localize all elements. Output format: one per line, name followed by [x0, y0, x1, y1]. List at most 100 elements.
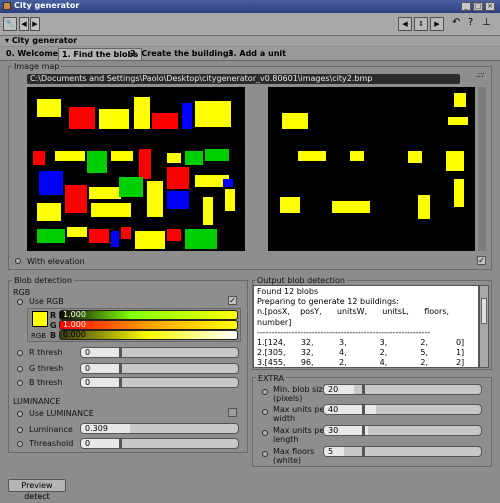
detected-blobs-canvas[interactable] [268, 87, 475, 251]
minimize-icon[interactable]: _ [461, 2, 471, 11]
back-icon[interactable]: ◀ [19, 17, 29, 31]
source-image-blob [167, 229, 181, 241]
tab-welcome[interactable]: 0. Welcome [3, 48, 61, 59]
source-image-blob [37, 229, 65, 243]
g-channel-label: G [50, 321, 57, 330]
with-elevation-checkbox[interactable]: ✓ [477, 256, 486, 265]
b-channel-label: B [50, 331, 57, 340]
max-length-value: 30 [328, 426, 339, 435]
output-label: Output blob detection [255, 276, 347, 285]
wrench-icon[interactable]: 🔧 [3, 17, 17, 31]
color-swatch[interactable] [32, 311, 48, 327]
g-thresh-indicator [17, 366, 23, 372]
source-image-blob [185, 151, 203, 165]
luminance-value: 0.309 [85, 424, 108, 433]
max-length-slider[interactable]: 30 [323, 425, 482, 436]
tab-create-buildings[interactable]: 2. Create the buildings [127, 48, 236, 59]
source-image-blob [37, 203, 61, 221]
source-image-blob [185, 229, 217, 249]
use-luminance-label: Use LUMINANCE [29, 409, 94, 418]
threshold-slider[interactable]: 0 [80, 438, 239, 449]
image-scrollbar[interactable] [478, 87, 486, 251]
section-header[interactable]: ▾ City generator [0, 36, 500, 46]
rgb-section-label: RGB [13, 288, 31, 297]
rgb-caption: RGB [31, 332, 47, 340]
source-image-blob [69, 107, 95, 129]
b-thresh-slider[interactable]: 0 [80, 377, 239, 388]
source-image-blob [37, 99, 61, 117]
g-thresh-slider[interactable]: 0 [80, 363, 239, 374]
r-channel-label: R [50, 311, 57, 320]
max-length-label: Max units per length [273, 426, 328, 444]
source-image-blob [134, 97, 150, 129]
source-image-blob [89, 187, 121, 199]
output-scrollbar[interactable] [479, 285, 489, 368]
image-path-field[interactable]: C:\Documents and Settings\Paolo\Desktop\… [27, 74, 460, 84]
source-image-blob [167, 191, 189, 209]
min-blob-label: Min. blob size (pixels) [273, 385, 328, 403]
r-channel-value: 1.000 [63, 310, 86, 319]
detected-blob [454, 179, 464, 207]
r-channel-slider[interactable]: 1.000 [59, 310, 238, 320]
title-bar: City generator _ □ × [0, 0, 500, 13]
forward-icon[interactable]: ▶ [30, 17, 40, 31]
source-image-blob [89, 229, 109, 243]
arrow-left-icon[interactable]: ◀ [398, 17, 412, 31]
source-image-canvas[interactable] [27, 87, 245, 251]
source-image-blob [99, 109, 129, 129]
image-map-label: Image map [12, 62, 62, 71]
max-width-value: 40 [328, 405, 339, 414]
b-channel-value: 0.000 [63, 330, 86, 339]
use-luminance-checkbox[interactable] [228, 408, 237, 417]
panel-ellipsis[interactable]: ··· [478, 70, 485, 78]
window-title: City generator [14, 1, 80, 10]
maximize-icon[interactable]: □ [473, 2, 483, 11]
b-thresh-label: B thresh [29, 378, 63, 387]
preview-detect-button[interactable]: Preview detect [8, 479, 66, 501]
source-image-blob [87, 151, 107, 173]
elevation-indicator [15, 258, 21, 264]
source-image-blob [135, 231, 165, 249]
arrow-up-down-icon[interactable]: ⇕ [414, 17, 428, 31]
g-channel-slider[interactable]: 1.000 [59, 320, 238, 330]
undo-icon[interactable]: ↶ [452, 17, 460, 28]
use-rgb-checkbox[interactable]: ✓ [228, 296, 237, 305]
help-icon[interactable]: ? [468, 17, 473, 28]
max-floors-slider[interactable]: 5 [323, 446, 482, 457]
detected-blob [454, 93, 466, 107]
r-thresh-label: R thresh [29, 348, 63, 357]
max-floors-value: 5 [328, 447, 334, 456]
detected-blob [282, 113, 308, 129]
max-width-label: Max units per width [273, 405, 328, 423]
max-floors-label: Max floors (white) [273, 447, 315, 465]
source-image-blob [223, 179, 233, 187]
source-image-blob [195, 101, 231, 127]
with-elevation-label: With elevation [27, 257, 85, 266]
source-image-blob [225, 189, 235, 211]
max-floors-indicator [262, 451, 268, 457]
min-blob-slider[interactable]: 20 [323, 384, 482, 395]
source-image-blob [67, 227, 87, 237]
luminance-indicator [17, 427, 23, 433]
arrow-right-icon[interactable]: ▶ [430, 17, 444, 31]
source-image-blob [205, 149, 229, 161]
source-image-blob [33, 151, 45, 165]
max-width-slider[interactable]: 40 [323, 404, 482, 415]
tab-add-unit[interactable]: 3. Add a unit [225, 48, 289, 59]
source-image-blob [167, 153, 181, 163]
output-textarea[interactable]: Found 12 blobs Preparing to generate 12 … [253, 285, 479, 368]
use-rgb-indicator [17, 299, 23, 305]
r-thresh-slider[interactable]: 0 [80, 347, 239, 358]
source-image-blob [55, 151, 85, 161]
threshold-label: Threashold [29, 439, 74, 448]
source-image-blob [65, 185, 87, 213]
detected-blob [298, 151, 326, 161]
detected-blob [448, 117, 468, 125]
close-icon[interactable]: × [485, 2, 495, 11]
pin-icon[interactable]: ⊥ [482, 17, 491, 28]
b-channel-slider[interactable]: 0.000 [59, 330, 238, 340]
g-channel-value: 1.000 [63, 320, 86, 329]
luminance-label: Luminance [29, 425, 73, 434]
r-thresh-value: 0 [85, 348, 91, 357]
luminance-slider[interactable]: 0.309 [80, 423, 239, 434]
